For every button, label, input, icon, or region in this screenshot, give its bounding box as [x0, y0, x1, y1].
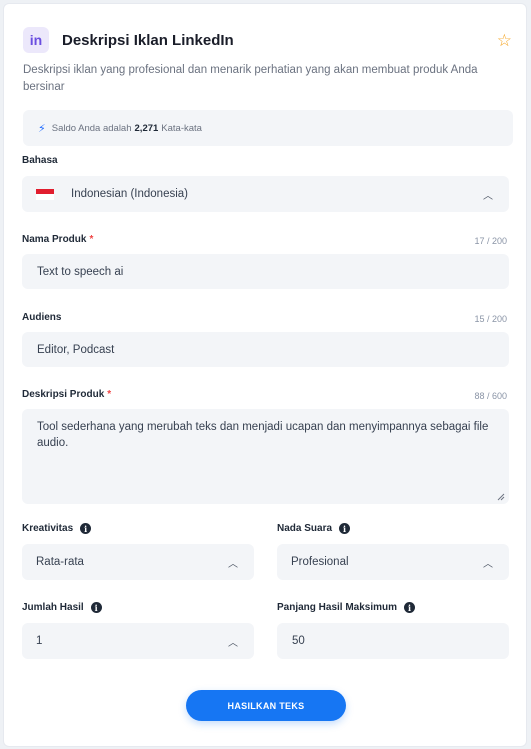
tone-select[interactable]: Profesional ︿	[277, 544, 509, 580]
balance-count: 2,271	[134, 122, 159, 134]
language-label-text: Bahasa	[22, 155, 58, 166]
product-name-input[interactable]: Text to speech ai	[22, 254, 509, 289]
max-length-value: 50	[292, 635, 305, 647]
language-select[interactable]: Indonesian (Indonesia) ︿	[22, 176, 509, 212]
page-description: Deskripsi iklan yang profesional dan men…	[23, 64, 478, 93]
language-value: Indonesian (Indonesia)	[71, 188, 188, 200]
creativity-select[interactable]: Rata-rata ︿	[22, 544, 254, 580]
creativity-label: Kreativitas i	[22, 523, 92, 534]
product-description-counter: 88 / 600	[474, 391, 507, 401]
language-label: Bahasa	[22, 155, 58, 166]
audience-input[interactable]: Editor, Podcast	[22, 332, 509, 367]
audience-label: Audiens	[22, 312, 61, 323]
product-description-label-text: Deskripsi Produk	[22, 389, 105, 400]
lightning-icon: ⚡	[38, 122, 46, 135]
audience-value: Editor, Podcast	[37, 343, 115, 356]
product-description-value: Tool sederhana yang merubah teks dan men…	[37, 421, 489, 449]
product-name-label: Nama Produk *	[22, 234, 93, 245]
result-count-label: Jumlah Hasil i	[22, 602, 102, 613]
chevron-up-icon: ︿	[483, 558, 493, 570]
required-mark: *	[89, 234, 94, 245]
header: in Deskripsi Iklan LinkedIn ☆	[23, 25, 512, 55]
info-icon[interactable]: i	[90, 602, 102, 613]
chevron-up-icon: ︿	[483, 190, 493, 202]
required-mark: *	[107, 389, 112, 400]
audience-label-text: Audiens	[22, 312, 62, 323]
creativity-value: Rata-rata	[36, 556, 84, 568]
product-name-value: Text to speech ai	[37, 265, 124, 278]
tone-label-text: Nada Suara	[277, 523, 333, 534]
max-length-label-text: Panjang Hasil Maksimum	[277, 602, 398, 613]
generate-text-button[interactable]: HASILKAN TEKS	[186, 690, 346, 721]
page-title: Deskripsi Iklan LinkedIn	[62, 31, 234, 49]
max-length-input[interactable]: 50	[277, 623, 509, 659]
chevron-up-icon: ︿	[228, 558, 238, 570]
audience-counter: 15 / 200	[474, 314, 507, 324]
product-name-label-text: Nama Produk	[22, 234, 87, 245]
tone-label: Nada Suara i	[277, 523, 351, 534]
star-icon[interactable]: ☆	[497, 32, 512, 49]
balance-suffix: Kata-kata	[161, 122, 202, 134]
result-count-value: 1	[36, 635, 43, 647]
product-name-counter: 17 / 200	[474, 236, 507, 246]
linkedin-logo-icon: in	[23, 27, 49, 53]
result-count-select[interactable]: 1 ︿	[22, 623, 254, 659]
max-length-label: Panjang Hasil Maksimum i	[277, 602, 416, 613]
chevron-up-icon: ︿	[228, 637, 238, 649]
info-icon[interactable]: i	[80, 523, 92, 534]
resize-handle-icon[interactable]	[497, 493, 505, 501]
result-count-label-text: Jumlah Hasil	[22, 602, 84, 613]
creativity-label-text: Kreativitas	[22, 523, 74, 534]
indonesia-flag-icon	[36, 188, 54, 200]
info-icon[interactable]: i	[404, 602, 416, 613]
balance-prefix: Saldo Anda adalah	[51, 122, 132, 134]
tone-value: Profesional	[291, 556, 349, 568]
info-icon[interactable]: i	[339, 523, 351, 534]
product-description-label: Deskripsi Produk *	[22, 389, 111, 400]
product-description-textarea[interactable]: Tool sederhana yang merubah teks dan men…	[22, 409, 509, 504]
balance-banner: ⚡ Saldo Anda adalah 2,271 Kata-kata	[23, 110, 513, 146]
